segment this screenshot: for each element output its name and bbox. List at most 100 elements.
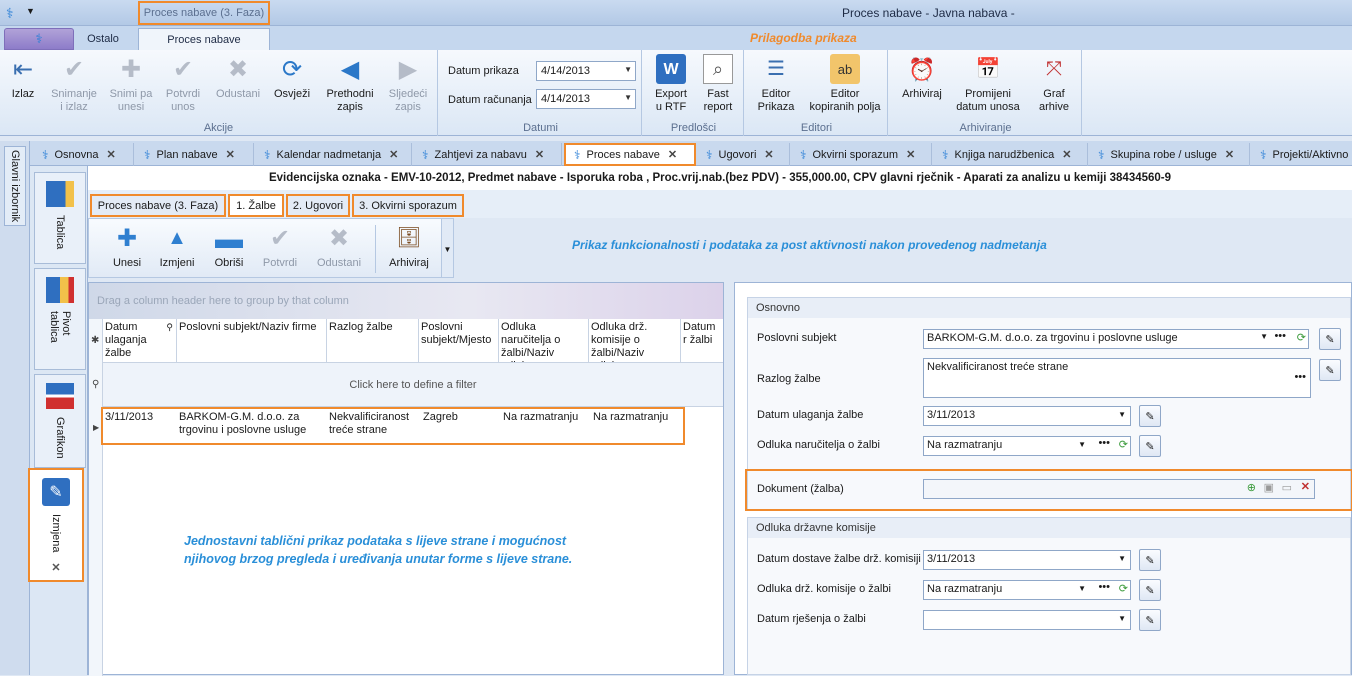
refresh-icon[interactable]: ⟳ bbox=[1119, 582, 1128, 595]
column-header-naziv-firme[interactable]: Poslovni subjekt/Naziv firme bbox=[177, 319, 327, 363]
delete-icon[interactable]: ✕ bbox=[1301, 480, 1310, 493]
doc-tab-ugovori[interactable]: ⚕ Ugovori ✕ bbox=[698, 143, 790, 166]
close-icon[interactable]: ✕ bbox=[226, 148, 235, 161]
chevron-down-icon[interactable]: ▼ bbox=[1118, 410, 1126, 419]
doc-tab-knjiga[interactable]: ⚕ Knjiga narudžbenica ✕ bbox=[934, 143, 1088, 166]
doc-tab-skupina[interactable]: ⚕ Skupina robe / usluge ✕ bbox=[1090, 143, 1250, 166]
app-icon[interactable]: ⚕ bbox=[6, 5, 14, 22]
datum-racunanja-field[interactable]: 4/14/2013 ▼ bbox=[536, 89, 636, 109]
unesi-button[interactable]: ✚ Unesi bbox=[107, 223, 147, 270]
odluka-narucitelja-field[interactable]: Na razmatranju ▼ ••• ⟳ bbox=[923, 436, 1131, 456]
fast-report-button[interactable]: ⌕ Fast report bbox=[696, 54, 740, 114]
panel-splitter[interactable] bbox=[724, 282, 734, 675]
column-header-mjesto[interactable]: Poslovni subjekt/Mjesto bbox=[419, 319, 499, 363]
subtab-proces-nabave[interactable]: Proces nabave (3. Faza) bbox=[90, 194, 226, 217]
ellipsis-icon[interactable]: ••• bbox=[1098, 437, 1110, 449]
tab-ostalo[interactable]: Ostalo bbox=[80, 28, 126, 50]
application-menu-tab[interactable]: ⚕ bbox=[4, 28, 74, 50]
odustani-button[interactable]: ✖ Odustani bbox=[212, 54, 264, 101]
potvrdi-unos-button[interactable]: ✔ Potvrdi unos bbox=[158, 54, 208, 114]
prethodni-zapis-button[interactable]: ◀ Prethodni zapis bbox=[322, 54, 378, 114]
column-header-odluka-komisije[interactable]: Odluka drž. komisije o žalbi/Naziv odluk… bbox=[589, 319, 681, 363]
chevron-down-icon[interactable]: ▼ bbox=[1260, 332, 1268, 341]
edit-odluka-narucitelja-button[interactable]: ✎ bbox=[1139, 435, 1161, 457]
snimanje-izlaz-button[interactable]: ✔ Snimanje i izlaz bbox=[46, 54, 102, 114]
poslovni-subjekt-field[interactable]: BARKOM-G.M. d.o.o. za trgovinu i poslovn… bbox=[923, 329, 1309, 349]
obrisi-button[interactable]: ▬ Obriši bbox=[207, 223, 251, 270]
view-pivot-button[interactable]: Pivot tablica bbox=[34, 268, 86, 370]
table-row[interactable]: 3/11/2013 BARKOM-G.M. d.o.o. za trgovinu… bbox=[101, 407, 685, 445]
refresh-icon[interactable]: ⟳ bbox=[1297, 331, 1306, 344]
filter-icon[interactable]: ⚲ bbox=[166, 321, 173, 334]
edit-datum-dostave-button[interactable]: ✎ bbox=[1139, 549, 1161, 571]
column-header-datum[interactable]: Datum ulaganja žalbe ⚲ bbox=[103, 319, 177, 363]
subtab-ugovori[interactable]: 2. Ugovori bbox=[286, 194, 350, 217]
subtab-okvirni-sporazum[interactable]: 3. Okvirni sporazum bbox=[352, 194, 464, 217]
razlog-zalbe-field[interactable]: Nekvalificiranost treće strane ••• bbox=[923, 358, 1311, 398]
edit-datum-rjesenja-button[interactable]: ✎ bbox=[1139, 609, 1161, 631]
editor-kopiranih-button[interactable]: ab Editor kopiranih polja bbox=[806, 54, 884, 114]
doc-tab-kalendar[interactable]: ⚕ Kalendar nadmetanja ✕ bbox=[256, 143, 412, 166]
doc-tab-okvirni[interactable]: ⚕ Okvirni sporazum ✕ bbox=[792, 143, 932, 166]
close-icon[interactable]: ✕ bbox=[51, 561, 60, 574]
dokument-field[interactable]: ⊕ ▣ ▭ ✕ bbox=[923, 479, 1315, 499]
chevron-down-icon[interactable]: ▼ bbox=[1118, 554, 1126, 563]
arhiviraj-button[interactable]: ⏰ Arhiviraj bbox=[896, 54, 948, 101]
close-icon[interactable]: ✕ bbox=[668, 148, 677, 161]
chevron-down-icon[interactable]: ▼ bbox=[1078, 584, 1086, 593]
edit-odluka-komisije-button[interactable]: ✎ bbox=[1139, 579, 1161, 601]
export-rtf-button[interactable]: W Export u RTF bbox=[648, 54, 694, 114]
izmjeni-button[interactable]: ▲ Izmjeni bbox=[153, 223, 201, 270]
datum-dostave-field[interactable]: 3/11/2013 ▼ bbox=[923, 550, 1131, 570]
glavni-izbornik-tab[interactable]: Glavni izbornik bbox=[4, 146, 26, 226]
subtab-zalbe[interactable]: 1. Žalbe bbox=[228, 194, 284, 217]
save-icon[interactable]: ▣ bbox=[1264, 481, 1274, 494]
doc-tab-zahtjevi[interactable]: ⚕ Zahtjevi za nabavu ✕ bbox=[414, 143, 562, 166]
doc-tab-osnovna[interactable]: ⚕ Osnovna ✕ bbox=[34, 143, 134, 166]
promijeni-datum-button[interactable]: 📅 Promijeni datum unosa bbox=[952, 54, 1024, 114]
ellipsis-icon[interactable]: ••• bbox=[1294, 371, 1306, 383]
close-icon[interactable]: ✕ bbox=[764, 148, 773, 161]
potvrdi-button[interactable]: ✔ Potvrdi bbox=[257, 223, 303, 270]
close-icon[interactable]: ✕ bbox=[1062, 148, 1071, 161]
ellipsis-icon[interactable]: ••• bbox=[1274, 330, 1286, 342]
close-icon[interactable]: ✕ bbox=[1225, 148, 1234, 161]
refresh-icon[interactable]: ⟳ bbox=[1119, 438, 1128, 451]
doc-tab-projekti[interactable]: ⚕ Projekti/Aktivno bbox=[1252, 143, 1352, 166]
chevron-down-icon[interactable]: ▼ bbox=[624, 65, 632, 74]
arhiviraj-grid-button[interactable]: 🗄 Arhiviraj bbox=[383, 223, 435, 270]
filter-row[interactable]: Click here to define a filter bbox=[103, 363, 723, 407]
datum-prikaza-field[interactable]: 4/14/2013 ▼ bbox=[536, 61, 636, 81]
datum-rjesenja-field[interactable]: ▼ bbox=[923, 610, 1131, 630]
editor-prikaza-button[interactable]: ☰ Editor Prikaza bbox=[752, 54, 800, 114]
chevron-down-icon[interactable]: ▼ bbox=[1078, 440, 1086, 449]
edit-datum-ulaganja-button[interactable]: ✎ bbox=[1139, 405, 1161, 427]
close-icon[interactable]: ✕ bbox=[389, 148, 398, 161]
graf-arhive-button[interactable]: ⤧ Graf arhive bbox=[1030, 54, 1078, 114]
toolbar-overflow-icon[interactable]: ▼ bbox=[441, 219, 453, 277]
qat-dropdown-icon[interactable]: ▼ bbox=[26, 6, 35, 16]
close-icon[interactable]: ✕ bbox=[535, 148, 544, 161]
folder-icon[interactable]: ▭ bbox=[1282, 481, 1292, 494]
osvjezi-button[interactable]: ⟳ Osvježi bbox=[270, 54, 314, 101]
sljedeci-zapis-button[interactable]: ▶ Sljedeći zapis bbox=[382, 54, 434, 114]
add-file-icon[interactable]: ⊕ bbox=[1247, 481, 1256, 494]
close-icon[interactable]: ✕ bbox=[107, 148, 116, 161]
tab-proces-nabave[interactable]: Proces nabave bbox=[138, 28, 270, 50]
doc-tab-plan-nabave[interactable]: ⚕ Plan nabave ✕ bbox=[136, 143, 254, 166]
chevron-down-icon[interactable]: ▼ bbox=[624, 93, 632, 102]
snimi-unesi-button[interactable]: ✚ Snimi pa unesi bbox=[104, 54, 158, 114]
column-header-razlog[interactable]: Razlog žalbe bbox=[327, 319, 419, 363]
odustani-grid-button[interactable]: ✖ Odustani bbox=[311, 223, 367, 270]
view-grafikon-button[interactable]: Grafikon bbox=[34, 374, 86, 468]
chevron-down-icon[interactable]: ▼ bbox=[1118, 614, 1126, 623]
izlaz-button[interactable]: ⇤ Izlaz bbox=[4, 54, 42, 101]
view-tablica-button[interactable]: Tablica bbox=[34, 172, 86, 264]
ellipsis-icon[interactable]: ••• bbox=[1098, 581, 1110, 593]
edit-poslovni-button[interactable]: ✎ bbox=[1319, 328, 1341, 350]
doc-tab-proces-nabave[interactable]: ⚕ Proces nabave ✕ bbox=[564, 143, 696, 166]
column-header-datum-rjesenja[interactable]: Datum r žalbi bbox=[681, 319, 723, 363]
datum-ulaganja-field[interactable]: 3/11/2013 ▼ bbox=[923, 406, 1131, 426]
edit-razlog-button[interactable]: ✎ bbox=[1319, 359, 1341, 381]
group-by-area[interactable]: Drag a column header here to group by th… bbox=[89, 283, 723, 319]
